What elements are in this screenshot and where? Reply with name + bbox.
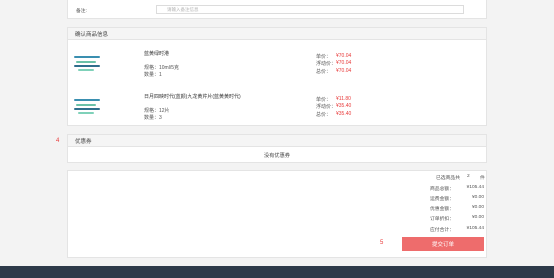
remark-input[interactable]	[157, 6, 463, 13]
submit-step-marker: 5	[380, 240, 384, 246]
summary-value: ¥0.00	[471, 205, 484, 210]
goods-name[interactable]: 日月四映时代(蓝颜)九龙黄芹片(蓝黄黄时代)	[144, 93, 241, 100]
coupon-panel: 优惠券 没有优惠券	[67, 134, 487, 163]
float-price-value: ¥70.04	[336, 60, 352, 66]
summary-label: 已选商品共	[436, 176, 460, 181]
product-thumbnail	[74, 53, 102, 73]
total-price-label: 总价：	[316, 112, 332, 118]
price-label: 单价：	[316, 97, 332, 103]
summary-label: 订单折扣：	[430, 217, 454, 222]
float-price-label: 浮动价：	[316, 104, 337, 110]
float-price-value: ¥35.40	[336, 103, 352, 109]
goods-qty: 数量：3	[144, 115, 162, 121]
goods-panel: 确认商品信息 蓝黄绿时港 规格：10ml/5克 数量：1 单价： ¥70.04 …	[67, 27, 487, 126]
total-price-label: 总价：	[316, 69, 332, 75]
price-label: 单价：	[316, 54, 332, 60]
remark-field[interactable]	[156, 5, 464, 14]
count-unit: 件	[480, 176, 485, 181]
summary-value: ¥0.00	[471, 215, 484, 220]
goods-panel-header: 确认商品信息	[68, 28, 486, 40]
coupon-step-marker: 4	[56, 138, 60, 144]
coupon-empty-text: 没有优惠券	[264, 153, 290, 159]
price-value: ¥11.80	[336, 96, 351, 102]
total-price-value: ¥35.40	[336, 111, 352, 117]
coupon-panel-title: 优惠券	[75, 139, 92, 145]
submit-order-button[interactable]: 提交订单	[402, 237, 484, 251]
goods-panel-title: 确认商品信息	[75, 32, 109, 38]
price-value: ¥70.04	[336, 53, 352, 59]
product-thumbnail	[74, 96, 102, 116]
goods-item: 日月四映时代(蓝颜)九龙黄芹片(蓝黄黄时代) 规格：12片 数量：3 单价： ¥…	[68, 86, 486, 126]
total-price-value: ¥70.04	[336, 68, 352, 74]
selected-count: 2	[467, 174, 470, 179]
summary-label: 商品总额：	[430, 187, 454, 192]
summary-value: ¥105.44	[466, 185, 484, 190]
summary-label: 应付合计：	[430, 228, 454, 233]
goods-qty: 数量：1	[144, 72, 162, 78]
page-footer	[0, 266, 554, 278]
payable-total: ¥105.44	[466, 226, 484, 231]
float-price-label: 浮动价：	[316, 61, 337, 67]
coupon-panel-header: 优惠券	[68, 135, 486, 147]
summary-label: 优惠金额：	[430, 207, 454, 212]
goods-name[interactable]: 蓝黄绿时港	[144, 50, 169, 57]
goods-spec: 规格：12片	[144, 108, 170, 114]
remark-label: 备注:	[76, 9, 87, 14]
remark-panel: 备注:	[67, 0, 487, 19]
summary-label: 运费金额：	[430, 197, 454, 202]
goods-spec: 规格：10ml/5克	[144, 65, 180, 71]
goods-item: 蓝黄绿时港 规格：10ml/5克 数量：1 单价： ¥70.04 浮动价： ¥7…	[68, 41, 486, 81]
summary-value: ¥0.00	[471, 195, 484, 200]
